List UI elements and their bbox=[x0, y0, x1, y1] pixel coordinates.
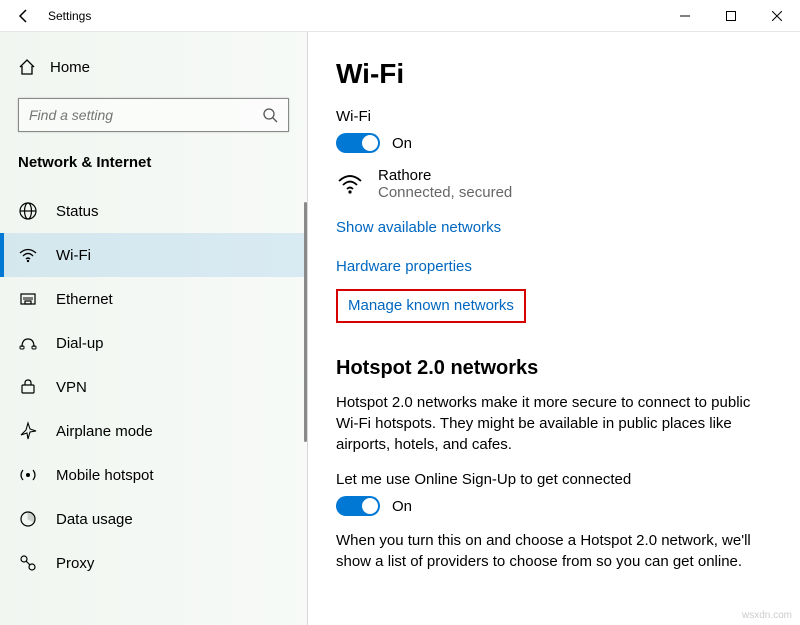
maximize-icon bbox=[726, 11, 736, 21]
hotspot-description: Hotspot 2.0 networks make it more secure… bbox=[336, 392, 772, 455]
manage-known-networks-link[interactable]: Manage known networks bbox=[348, 297, 514, 314]
signup-toggle[interactable] bbox=[336, 496, 380, 516]
titlebar: Settings bbox=[0, 0, 800, 32]
sidebar: Home Network & Internet Status Wi-Fi bbox=[0, 32, 308, 625]
close-icon bbox=[772, 11, 782, 21]
close-button[interactable] bbox=[754, 0, 800, 32]
sidebar-item-label: Dial-up bbox=[56, 335, 104, 352]
signup-label: Let me use Online Sign-Up to get connect… bbox=[336, 471, 772, 488]
search-box[interactable] bbox=[18, 98, 289, 132]
window-controls bbox=[662, 0, 800, 32]
airplane-icon bbox=[18, 421, 38, 441]
search-input[interactable] bbox=[29, 107, 262, 123]
wifi-toggle-state: On bbox=[392, 135, 412, 152]
hardware-properties-link[interactable]: Hardware properties bbox=[336, 258, 472, 275]
back-arrow-icon bbox=[16, 8, 32, 24]
home-nav[interactable]: Home bbox=[0, 50, 307, 84]
sidebar-item-status[interactable]: Status bbox=[0, 189, 307, 233]
show-available-link[interactable]: Show available networks bbox=[336, 219, 501, 236]
search-icon bbox=[262, 107, 278, 123]
wifi-signal-icon bbox=[336, 169, 364, 197]
main-panel: Wi-Fi Wi-Fi On Rathore Connected, secure… bbox=[308, 32, 800, 625]
watermark: wsxdn.com bbox=[742, 610, 792, 621]
sidebar-item-label: Data usage bbox=[56, 511, 133, 528]
network-status: Connected, secured bbox=[378, 184, 512, 201]
signup-toggle-state: On bbox=[392, 498, 412, 515]
home-label: Home bbox=[50, 59, 90, 76]
proxy-icon bbox=[18, 553, 38, 573]
sidebar-item-airplane[interactable]: Airplane mode bbox=[0, 409, 307, 453]
wifi-icon bbox=[18, 245, 38, 265]
sidebar-item-ethernet[interactable]: Ethernet bbox=[0, 277, 307, 321]
vpn-icon bbox=[18, 377, 38, 397]
toggle-knob bbox=[362, 498, 378, 514]
connected-network[interactable]: Rathore Connected, secured bbox=[336, 167, 772, 201]
sidebar-item-wifi[interactable]: Wi-Fi bbox=[0, 233, 307, 277]
wifi-toggle-row: On bbox=[336, 133, 772, 153]
wifi-toggle[interactable] bbox=[336, 133, 380, 153]
hotspot-icon bbox=[18, 465, 38, 485]
manage-known-highlight: Manage known networks bbox=[336, 289, 526, 323]
signup-description: When you turn this on and choose a Hotsp… bbox=[336, 530, 772, 572]
sidebar-item-label: Ethernet bbox=[56, 291, 113, 308]
dialup-icon bbox=[18, 333, 38, 353]
sidebar-item-label: Proxy bbox=[56, 555, 94, 572]
status-icon bbox=[18, 201, 38, 221]
page-heading: Wi-Fi bbox=[336, 58, 772, 90]
signup-toggle-row: On bbox=[336, 496, 772, 516]
toggle-knob bbox=[362, 135, 378, 151]
sidebar-item-label: Wi-Fi bbox=[56, 247, 91, 264]
sidebar-item-label: Mobile hotspot bbox=[56, 467, 154, 484]
sidebar-item-dialup[interactable]: Dial-up bbox=[0, 321, 307, 365]
sidebar-item-proxy[interactable]: Proxy bbox=[0, 541, 307, 585]
sidebar-item-hotspot[interactable]: Mobile hotspot bbox=[0, 453, 307, 497]
network-name: Rathore bbox=[378, 167, 512, 184]
sidebar-item-label: Airplane mode bbox=[56, 423, 153, 440]
wifi-section-label: Wi-Fi bbox=[336, 108, 772, 125]
datausage-icon bbox=[18, 509, 38, 529]
window-title: Settings bbox=[48, 9, 91, 23]
sidebar-item-label: Status bbox=[56, 203, 99, 220]
sidebar-item-datausage[interactable]: Data usage bbox=[0, 497, 307, 541]
minimize-icon bbox=[680, 11, 690, 21]
minimize-button[interactable] bbox=[662, 0, 708, 32]
category-header: Network & Internet bbox=[0, 148, 307, 189]
nav-list: Status Wi-Fi Ethernet Dial-up VPN bbox=[0, 189, 307, 585]
home-icon bbox=[18, 58, 36, 76]
ethernet-icon bbox=[18, 289, 38, 309]
sidebar-scrollbar[interactable] bbox=[304, 202, 307, 442]
maximize-button[interactable] bbox=[708, 0, 754, 32]
sidebar-item-label: VPN bbox=[56, 379, 87, 396]
hotspot-heading: Hotspot 2.0 networks bbox=[336, 357, 772, 380]
sidebar-item-vpn[interactable]: VPN bbox=[0, 365, 307, 409]
back-button[interactable] bbox=[8, 0, 40, 32]
content-area: Home Network & Internet Status Wi-Fi bbox=[0, 32, 800, 625]
